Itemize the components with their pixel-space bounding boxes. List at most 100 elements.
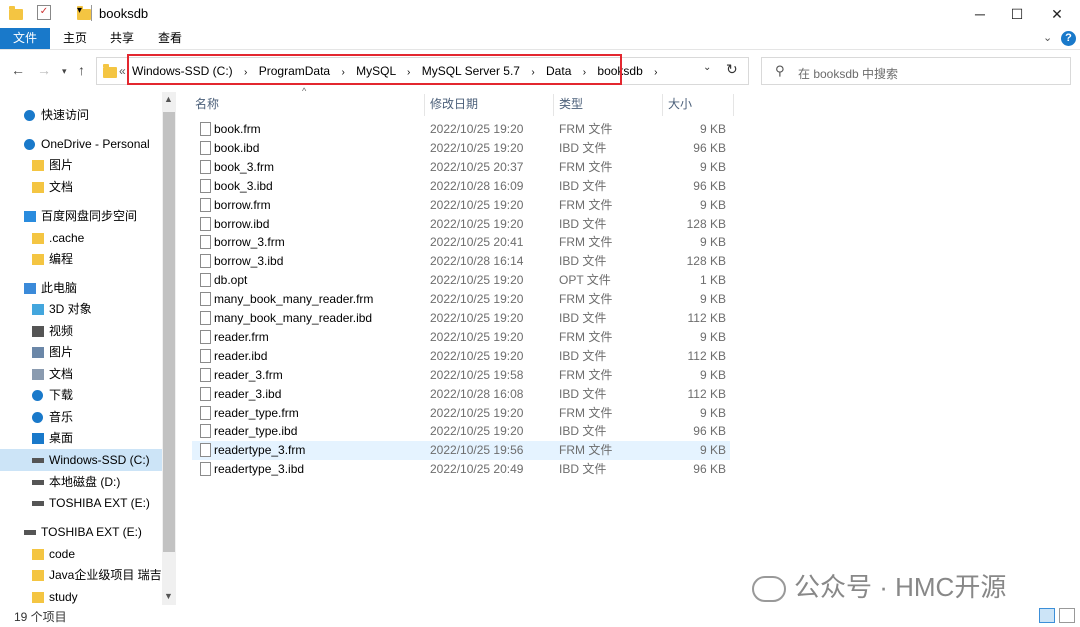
- file-date: 2022/10/28 16:09: [430, 178, 524, 193]
- column-divider[interactable]: [733, 94, 734, 116]
- sidebar-item[interactable]: 图片: [0, 154, 162, 176]
- file-row[interactable]: reader.frm 2022/10/25 19:20 FRM 文件 9 KB: [192, 328, 730, 347]
- file-row[interactable]: reader_3.ibd 2022/10/28 16:08 IBD 文件 112 KB: [192, 385, 730, 404]
- sidebar-item[interactable]: .cache: [0, 227, 162, 249]
- file-type: FRM 文件: [559, 235, 613, 250]
- tab-view[interactable]: 查看: [150, 28, 190, 49]
- sidebar-item-label: 快速访问: [41, 108, 90, 122]
- download-icon: [32, 390, 43, 401]
- file-row[interactable]: reader.ibd 2022/10/25 19:20 IBD 文件 112 KB: [192, 347, 730, 366]
- sidebar-item[interactable]: 百度网盘同步空间: [0, 205, 162, 227]
- search-box[interactable]: ⚲ 在 booksdb 中搜索: [761, 57, 1071, 85]
- file-size: 128 KB: [686, 254, 726, 269]
- sidebar-item[interactable]: 桌面: [0, 427, 162, 449]
- scroll-down-arrow-icon[interactable]: ▼: [164, 591, 173, 601]
- column-header-date[interactable]: 修改日期: [430, 92, 478, 116]
- file-row[interactable]: reader_type.ibd 2022/10/25 19:20 IBD 文件 96 …: [192, 422, 730, 441]
- column-header-name[interactable]: 名称: [195, 92, 219, 116]
- file-size: 96 KB: [693, 462, 726, 477]
- quick-access-dropdown-icon[interactable]: ▾: [77, 5, 82, 16]
- crumb-separator-icon[interactable]: ›: [654, 67, 657, 78]
- sidebar-item[interactable]: Windows-SSD (C:): [0, 449, 162, 471]
- sidebar-item[interactable]: 快速访问: [0, 104, 162, 126]
- help-icon[interactable]: ?: [1061, 31, 1076, 46]
- file-name: reader_type.ibd: [214, 424, 298, 439]
- scroll-up-arrow-icon[interactable]: ▲: [164, 94, 173, 104]
- tab-share[interactable]: 共享: [102, 28, 142, 49]
- column-divider[interactable]: [553, 94, 554, 116]
- file-size: 112 KB: [687, 311, 726, 325]
- file-row[interactable]: book_3.ibd 2022/10/28 16:09 IBD 文件 96 KB: [192, 177, 730, 196]
- file-row[interactable]: book.ibd 2022/10/25 19:20 IBD 文件 96 KB: [192, 139, 730, 158]
- folder-icon: [32, 549, 44, 560]
- file-name: book.frm: [214, 122, 261, 136]
- folder-icon: [32, 182, 44, 193]
- tab-home[interactable]: 主页: [55, 28, 95, 49]
- forward-button[interactable]: →: [37, 62, 51, 78]
- sidebar-item[interactable]: Java企业级项目 瑞吉外: [0, 564, 174, 586]
- sidebar-item[interactable]: 文档: [0, 363, 162, 385]
- sidebar-item[interactable]: 此电脑: [0, 277, 162, 299]
- file-row[interactable]: reader_3.frm 2022/10/25 19:58 FRM 文件 9 KB: [192, 366, 730, 385]
- tab-file[interactable]: 文件: [0, 28, 50, 49]
- file-row[interactable]: readertype_3.frm 2022/10/25 19:56 FRM 文件 9 …: [192, 441, 730, 461]
- file-row[interactable]: book.frm 2022/10/25 19:20 FRM 文件 9 KB: [192, 120, 730, 139]
- file-date: 2022/10/25 20:37: [430, 159, 524, 174]
- back-button[interactable]: ←: [11, 62, 25, 78]
- sidebar-item[interactable]: code: [0, 543, 162, 565]
- close-button[interactable]: ✕: [1042, 4, 1072, 24]
- sidebar-item[interactable]: study: [0, 586, 162, 605]
- sidebar-item[interactable]: TOSHIBA EXT (E:): [0, 492, 162, 514]
- file-row[interactable]: many_book_many_reader.frm 2022/10/25 19:2…: [192, 290, 730, 309]
- file-row[interactable]: reader_type.frm 2022/10/25 19:20 FRM 文件 9 K…: [192, 404, 730, 423]
- ribbon-expand-icon[interactable]: ⌄: [1043, 31, 1052, 44]
- column-header-size[interactable]: 大小: [668, 92, 692, 116]
- minimize-button[interactable]: ─: [965, 4, 995, 24]
- file-row[interactable]: book_3.frm 2022/10/25 20:37 FRM 文件 9 KB: [192, 158, 730, 177]
- sidebar-item[interactable]: 图片: [0, 341, 162, 363]
- maximize-button[interactable]: ☐: [1002, 4, 1032, 24]
- sidebar-item[interactable]: 视频: [0, 320, 162, 342]
- file-size: 9 KB: [699, 443, 726, 458]
- file-name: book.ibd: [214, 140, 260, 155]
- details-view-button[interactable]: [1039, 608, 1055, 623]
- file-date: 2022/10/25 19:20: [430, 311, 524, 325]
- file-row[interactable]: borrow.ibd 2022/10/25 19:20 IBD 文件 128 KB: [192, 215, 730, 234]
- properties-icon[interactable]: ✓: [37, 5, 51, 20]
- file-type: IBD 文件: [559, 424, 607, 439]
- file-row[interactable]: db.opt 2022/10/25 19:20 OPT 文件 1 KB: [192, 271, 730, 290]
- sidebar-item-label: 音乐: [49, 410, 74, 424]
- file-row[interactable]: many_book_many_reader.ibd 2022/10/25 19:2…: [192, 309, 730, 328]
- recent-dropdown-button[interactable]: ▾: [62, 66, 67, 77]
- sidebar-item[interactable]: 3D 对象: [0, 298, 162, 320]
- overflow-chevron[interactable]: «: [119, 64, 126, 78]
- file-name: many_book_many_reader.ibd: [214, 311, 373, 325]
- item-count-status: 19 个项目: [14, 610, 67, 624]
- sidebar-item[interactable]: 音乐: [0, 406, 162, 428]
- sidebar-scrollbar[interactable]: ▲ ▼: [162, 92, 176, 605]
- file-name: reader_3.ibd: [214, 386, 282, 401]
- large-icons-view-button[interactable]: [1059, 608, 1075, 623]
- sidebar-item-label: TOSHIBA EXT (E:): [41, 525, 142, 539]
- file-row[interactable]: borrow_3.ibd 2022/10/28 16:14 IBD 文件 128 KB: [192, 252, 730, 271]
- column-header-type[interactable]: 类型: [559, 92, 583, 116]
- file-row[interactable]: readertype_3.ibd 2022/10/25 20:49 IBD 文件 96…: [192, 460, 730, 479]
- file-icon: [200, 235, 211, 250]
- file-name: reader_3.frm: [214, 367, 283, 382]
- address-dropdown-icon[interactable]: ⌄: [703, 62, 711, 73]
- refresh-button[interactable]: ↻: [726, 61, 738, 78]
- scrollbar-thumb[interactable]: [163, 112, 175, 552]
- file-row[interactable]: borrow.frm 2022/10/25 19:20 FRM 文件 9 KB: [192, 196, 730, 215]
- file-row[interactable]: borrow_3.frm 2022/10/25 20:41 FRM 文件 9 KB: [192, 233, 730, 252]
- up-button[interactable]: ↑: [78, 62, 85, 78]
- sidebar-item[interactable]: 下载: [0, 384, 162, 406]
- column-divider[interactable]: [662, 94, 663, 116]
- sidebar-item[interactable]: 编程: [0, 248, 162, 270]
- sidebar-item[interactable]: TOSHIBA EXT (E:): [0, 521, 162, 543]
- column-divider[interactable]: [424, 94, 425, 116]
- sidebar-item[interactable]: 文档: [0, 176, 162, 198]
- sidebar-item[interactable]: OneDrive - Personal: [0, 133, 162, 155]
- file-type: IBD 文件: [559, 216, 607, 231]
- file-type: FRM 文件: [559, 292, 613, 307]
- sidebar-item[interactable]: 本地磁盘 (D:): [0, 471, 162, 493]
